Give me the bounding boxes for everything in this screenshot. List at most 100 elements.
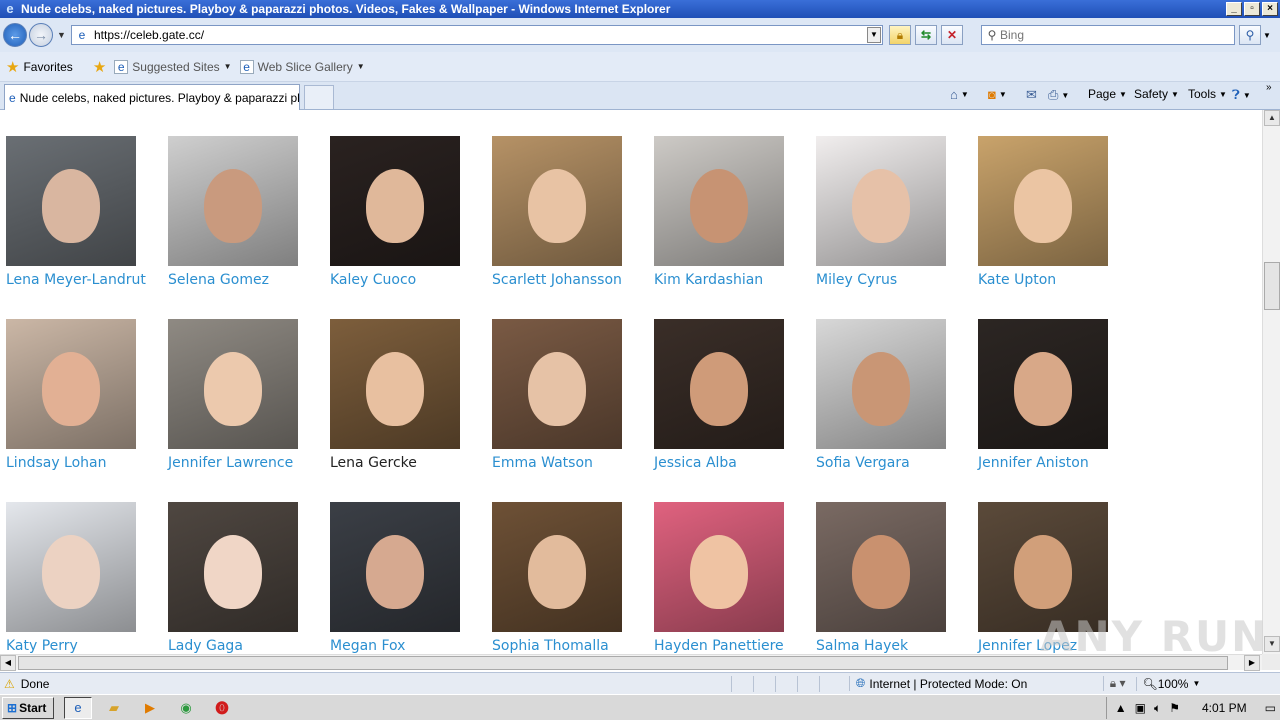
celeb-photo[interactable] xyxy=(816,136,946,266)
safety-menu[interactable]: Safety ▼ xyxy=(1134,87,1179,101)
celeb-card[interactable]: Lena Gercke xyxy=(330,319,480,471)
refresh-button[interactable]: ⇆ xyxy=(915,25,937,45)
show-desktop-icon[interactable]: ▭ xyxy=(1265,701,1276,715)
celeb-name-link[interactable]: Sofia Vergara xyxy=(816,455,966,471)
celeb-photo[interactable] xyxy=(492,502,622,632)
security-report-button[interactable]: 🔒︎ xyxy=(889,25,911,45)
taskbar-media-player-button[interactable]: ▶ xyxy=(136,697,164,719)
new-tab-button[interactable] xyxy=(304,85,334,109)
celeb-card[interactable]: Selena Gomez xyxy=(168,136,318,288)
celeb-card[interactable]: Jessica Alba xyxy=(654,319,804,471)
celeb-name-link[interactable]: Lady Gaga xyxy=(168,638,318,654)
taskbar-explorer-button[interactable]: ▰ xyxy=(100,697,128,719)
celeb-name-link[interactable]: Miley Cyrus xyxy=(816,272,966,288)
help-menu[interactable]: ❓︎ ▼ xyxy=(1232,87,1251,103)
celeb-photo[interactable] xyxy=(816,319,946,449)
celeb-name-link[interactable]: Sophia Thomalla xyxy=(492,638,642,654)
address-dropdown[interactable]: ▼ xyxy=(867,27,881,43)
maximize-button[interactable]: ▫ xyxy=(1244,2,1260,16)
vertical-scroll-thumb[interactable] xyxy=(1264,262,1280,310)
celeb-photo[interactable] xyxy=(978,319,1108,449)
celeb-card[interactable]: Megan Fox xyxy=(330,502,480,654)
taskbar-opera-button[interactable]: ⓿ xyxy=(208,697,236,719)
search-button[interactable]: ⚲ xyxy=(1239,25,1261,45)
recent-pages-dropdown[interactable]: ▼ xyxy=(57,30,67,40)
celeb-photo[interactable] xyxy=(816,502,946,632)
celeb-photo[interactable] xyxy=(654,502,784,632)
celeb-card[interactable]: Lindsay Lohan xyxy=(6,319,156,471)
celeb-name-link[interactable]: Emma Watson xyxy=(492,455,642,471)
celeb-name-link[interactable]: Jennifer Lawrence xyxy=(168,455,318,471)
show-hidden-icons-icon[interactable]: ▲ xyxy=(1115,701,1127,715)
scroll-left-button[interactable]: ◀ xyxy=(0,655,16,671)
forward-button[interactable]: → xyxy=(29,23,53,47)
print-button[interactable]: ⎙ ▼ xyxy=(1048,87,1069,103)
celeb-name-link[interactable]: Jessica Alba xyxy=(654,455,804,471)
celeb-photo[interactable] xyxy=(654,319,784,449)
protected-mode-icon[interactable]: 🔒︎ ▾ xyxy=(1102,676,1126,691)
celeb-name-link[interactable]: Lindsay Lohan xyxy=(6,455,156,471)
tools-menu[interactable]: Tools ▼ xyxy=(1188,87,1227,101)
celeb-photo[interactable] xyxy=(168,319,298,449)
celeb-photo[interactable] xyxy=(654,136,784,266)
minimize-button[interactable]: _ xyxy=(1226,2,1242,16)
celeb-card[interactable]: Salma Hayek xyxy=(816,502,966,654)
celeb-name-link[interactable]: Lena Gercke xyxy=(330,455,480,471)
favorites-button[interactable]: ★ Favorites xyxy=(6,58,73,76)
celeb-photo[interactable] xyxy=(330,319,460,449)
close-window-button[interactable]: × xyxy=(1262,2,1278,16)
celeb-card[interactable]: Scarlett Johansson xyxy=(492,136,642,288)
celeb-card[interactable]: Jennifer Aniston xyxy=(978,319,1128,471)
search-input[interactable] xyxy=(1000,28,1234,42)
stop-button[interactable]: ✕ xyxy=(941,25,963,45)
celeb-card[interactable]: Hayden Panettiere xyxy=(654,502,804,654)
celeb-name-link[interactable]: Salma Hayek xyxy=(816,638,966,654)
celeb-photo[interactable] xyxy=(492,136,622,266)
back-button[interactable]: ← xyxy=(3,23,27,47)
scroll-up-button[interactable]: ▲ xyxy=(1264,110,1280,126)
celeb-card[interactable]: Emma Watson xyxy=(492,319,642,471)
celeb-name-link[interactable]: Kate Upton xyxy=(978,272,1128,288)
celeb-card[interactable]: Kim Kardashian xyxy=(654,136,804,288)
celeb-name-link[interactable]: Kaley Cuoco xyxy=(330,272,480,288)
celeb-photo[interactable] xyxy=(978,136,1108,266)
celeb-card[interactable]: Kaley Cuoco xyxy=(330,136,480,288)
add-to-favorites-bar-icon[interactable]: ★ xyxy=(93,58,106,76)
celeb-card[interactable]: Lena Meyer-Landrut xyxy=(6,136,156,288)
celeb-card[interactable]: Sofia Vergara xyxy=(816,319,966,471)
celeb-photo[interactable] xyxy=(6,136,136,266)
celeb-name-link[interactable]: Selena Gomez xyxy=(168,272,318,288)
warning-icon[interactable]: ⚠ xyxy=(4,677,15,691)
celeb-name-link[interactable]: Jennifer Aniston xyxy=(978,455,1128,471)
celeb-photo[interactable] xyxy=(168,502,298,632)
celeb-card[interactable]: Jennifer Lawrence xyxy=(168,319,318,471)
more-commands-button[interactable]: » xyxy=(1266,82,1272,93)
celeb-photo[interactable] xyxy=(330,502,460,632)
celeb-photo[interactable] xyxy=(6,319,136,449)
celeb-name-link[interactable]: Scarlett Johansson xyxy=(492,272,642,288)
celeb-card[interactable]: Sophia Thomalla xyxy=(492,502,642,654)
action-center-flag-icon[interactable]: ⚑ xyxy=(1169,701,1180,715)
celeb-card[interactable]: Lady Gaga xyxy=(168,502,318,654)
web-slice-gallery-link[interactable]: e Web Slice Gallery ▼ xyxy=(239,59,365,74)
tab-active[interactable]: e Nude celebs, naked pictures. Playboy &… xyxy=(4,84,300,110)
celeb-photo[interactable] xyxy=(492,319,622,449)
read-mail-button[interactable]: ✉ xyxy=(1026,87,1037,103)
celeb-photo[interactable] xyxy=(6,502,136,632)
celeb-card[interactable]: Katy Perry xyxy=(6,502,156,654)
celeb-name-link[interactable]: Kim Kardashian xyxy=(654,272,804,288)
celeb-name-link[interactable]: Katy Perry xyxy=(6,638,156,654)
taskbar-chrome-button[interactable]: ◉ xyxy=(172,697,200,719)
celeb-name-link[interactable]: Lena Meyer-Landrut xyxy=(6,272,156,288)
security-zone[interactable]: 🌐︎ Internet | Protected Mode: On xyxy=(848,676,1099,691)
celeb-photo[interactable] xyxy=(330,136,460,266)
clock[interactable]: 4:01 PM xyxy=(1202,701,1247,715)
celeb-photo[interactable] xyxy=(168,136,298,266)
start-button[interactable]: ⊞ Start xyxy=(2,696,54,719)
page-menu[interactable]: Page ▼ xyxy=(1088,87,1127,101)
celeb-name-link[interactable]: Hayden Panettiere xyxy=(654,638,804,654)
feeds-button[interactable]: ◙ ▼ xyxy=(988,87,1007,102)
zoom-control[interactable]: 🔍︎ 100% ▼ xyxy=(1135,676,1200,691)
network-icon[interactable]: ▣ xyxy=(1135,701,1146,715)
volume-icon[interactable]: 🔈︎ xyxy=(1154,701,1161,716)
